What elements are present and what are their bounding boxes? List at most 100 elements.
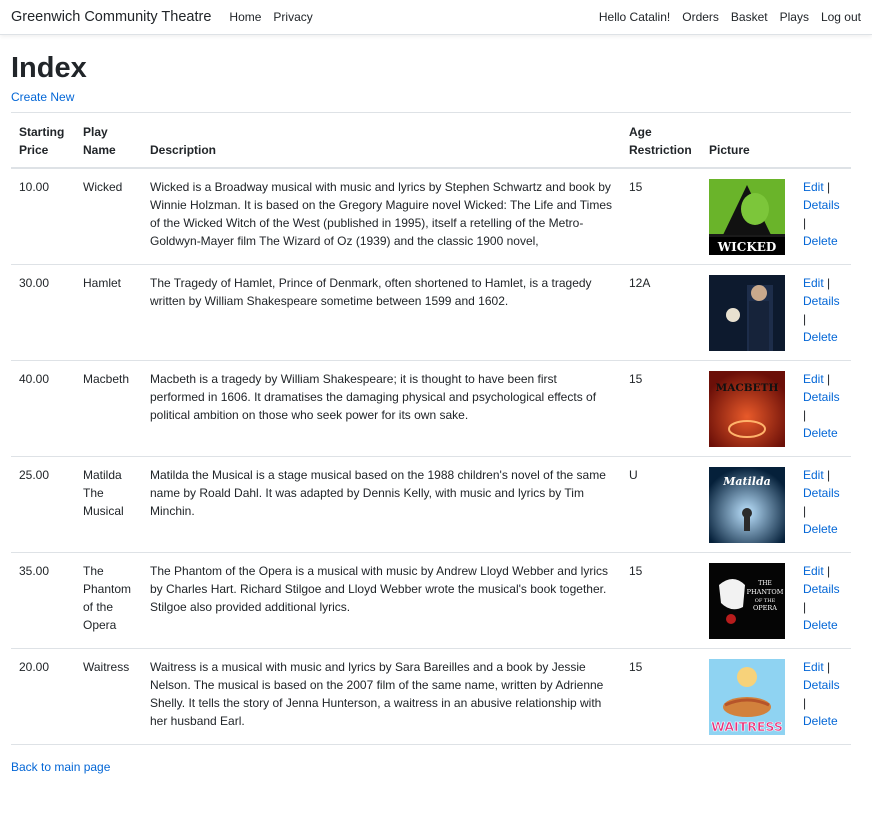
wicked-poster-image: WICKED — [709, 179, 785, 255]
cell-actions: Edit | Details | Delete — [795, 264, 851, 361]
cell-name: Matilda The Musical — [75, 456, 142, 553]
cell-description: The Phantom of the Opera is a musical wi… — [142, 552, 621, 649]
table-row: 35.00 The Phantom of the Opera The Phant… — [11, 552, 851, 649]
cell-actions: Edit | Details | Delete — [795, 552, 851, 649]
brand-link[interactable]: Greenwich Community Theatre — [11, 9, 211, 25]
separator: | — [803, 216, 807, 230]
edit-link[interactable]: Edit — [803, 660, 824, 674]
cell-picture: MACBETH — [701, 360, 795, 457]
nav-basket[interactable]: Basket — [731, 10, 768, 24]
details-link[interactable]: Details — [803, 678, 840, 692]
phantom-poster-image: THE PHANTOM OF THE OPERA — [709, 563, 785, 639]
cell-name: The Phantom of the Opera — [75, 552, 142, 649]
edit-link[interactable]: Edit — [803, 564, 824, 578]
table-row: 40.00 Macbeth Macbeth is a tragedy by Wi… — [11, 360, 851, 457]
cell-actions: Edit | Details | Delete — [795, 456, 851, 553]
delete-link[interactable]: Delete — [803, 234, 838, 248]
cell-description: Matilda the Musical is a stage musical b… — [142, 456, 621, 553]
edit-link[interactable]: Edit — [803, 180, 824, 194]
separator: | — [827, 180, 831, 194]
cell-price: 40.00 — [11, 360, 75, 457]
table-row: 20.00 Waitress Waitress is a musical wit… — [11, 648, 851, 745]
cell-actions: Edit | Details | Delete — [795, 648, 851, 745]
separator: | — [827, 468, 831, 482]
cell-description: The Tragedy of Hamlet, Prince of Denmark… — [142, 264, 621, 361]
separator: | — [803, 312, 807, 326]
table-row: 25.00 Matilda The Musical Matilda the Mu… — [11, 456, 851, 553]
table-row: 30.00 Hamlet The Tragedy of Hamlet, Prin… — [11, 264, 851, 361]
cell-age: 15 — [621, 167, 701, 265]
cell-age: 12A — [621, 264, 701, 361]
cell-actions: Edit | Details | Delete — [795, 167, 851, 265]
header-description: Description — [142, 112, 621, 169]
cell-age: 15 — [621, 360, 701, 457]
nav-privacy[interactable]: Privacy — [273, 10, 312, 24]
details-link[interactable]: Details — [803, 486, 840, 500]
cell-picture: Matilda — [701, 456, 795, 553]
cell-name: Hamlet — [75, 264, 142, 361]
separator: | — [803, 600, 807, 614]
nav-home[interactable]: Home — [229, 10, 261, 24]
header-actions — [795, 112, 851, 169]
separator: | — [803, 408, 807, 422]
svg-text:OPERA: OPERA — [753, 604, 777, 612]
header-picture: Picture — [701, 112, 795, 169]
cell-price: 20.00 — [11, 648, 75, 745]
table-row: 10.00 Wicked Wicked is a Broadway musica… — [11, 167, 851, 265]
nav-hello-user[interactable]: Hello Catalin! — [599, 10, 670, 24]
hamlet-poster-image — [709, 275, 785, 351]
cell-age: 15 — [621, 648, 701, 745]
header-age: Age Restriction — [621, 112, 701, 169]
nav-left: Home Privacy — [229, 10, 312, 24]
svg-text:Matilda: Matilda — [722, 475, 771, 488]
separator: | — [803, 696, 807, 710]
cell-price: 30.00 — [11, 264, 75, 361]
separator: | — [803, 504, 807, 518]
main-container: Index Create New Starting Price Play Nam… — [0, 50, 872, 774]
cell-description: Waitress is a musical with music and lyr… — [142, 648, 621, 745]
edit-link[interactable]: Edit — [803, 276, 824, 290]
separator: | — [827, 660, 831, 674]
svg-text:WAITRESS: WAITRESS — [711, 719, 783, 734]
nav-right: Hello Catalin! Orders Basket Plays Log o… — [599, 10, 861, 24]
waitress-poster-image: WAITRESS — [709, 659, 785, 735]
svg-text:THE: THE — [758, 580, 772, 587]
nav-orders[interactable]: Orders — [682, 10, 719, 24]
details-link[interactable]: Details — [803, 582, 840, 596]
cell-name: Waitress — [75, 648, 142, 745]
cell-price: 35.00 — [11, 552, 75, 649]
separator: | — [827, 564, 831, 578]
delete-link[interactable]: Delete — [803, 330, 838, 344]
edit-link[interactable]: Edit — [803, 468, 824, 482]
cell-actions: Edit | Details | Delete — [795, 360, 851, 457]
table-header-row: Starting Price Play Name Description Age… — [11, 112, 851, 169]
svg-text:PHANTOM: PHANTOM — [747, 588, 784, 596]
nav-plays[interactable]: Plays — [780, 10, 809, 24]
delete-link[interactable]: Delete — [803, 714, 838, 728]
details-link[interactable]: Details — [803, 198, 840, 212]
top-navbar: Greenwich Community Theatre Home Privacy… — [0, 0, 872, 35]
delete-link[interactable]: Delete — [803, 522, 838, 536]
cell-age: 15 — [621, 552, 701, 649]
header-price: Starting Price — [11, 112, 75, 169]
nav-logout[interactable]: Log out — [821, 10, 861, 24]
cell-picture: THE PHANTOM OF THE OPERA — [701, 552, 795, 649]
cell-picture — [701, 264, 795, 361]
cell-picture: WICKED — [701, 167, 795, 265]
delete-link[interactable]: Delete — [803, 426, 838, 440]
create-new-link[interactable]: Create New — [11, 90, 74, 104]
back-to-main-link[interactable]: Back to main page — [11, 760, 110, 774]
delete-link[interactable]: Delete — [803, 618, 838, 632]
edit-link[interactable]: Edit — [803, 372, 824, 386]
plays-table: Starting Price Play Name Description Age… — [11, 112, 851, 745]
svg-text:MACBETH: MACBETH — [716, 382, 779, 394]
details-link[interactable]: Details — [803, 294, 840, 308]
separator: | — [827, 276, 831, 290]
cell-description: Macbeth is a tragedy by William Shakespe… — [142, 360, 621, 457]
header-name: Play Name — [75, 112, 142, 169]
separator: | — [827, 372, 831, 386]
cell-price: 25.00 — [11, 456, 75, 553]
page-title: Index — [11, 52, 87, 84]
cell-name: Wicked — [75, 167, 142, 265]
details-link[interactable]: Details — [803, 390, 840, 404]
